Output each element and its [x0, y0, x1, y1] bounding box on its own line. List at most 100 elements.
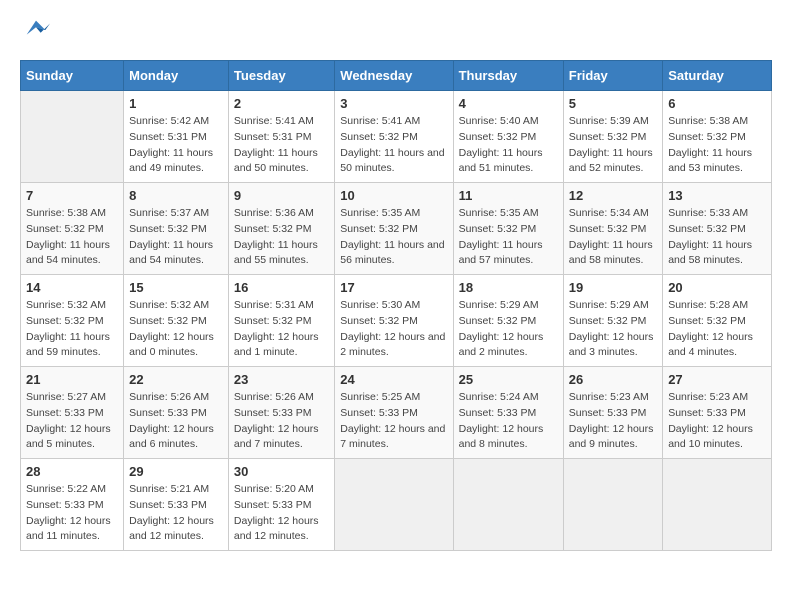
day-info: Sunrise: 5:41 AMSunset: 5:32 PMDaylight:… — [340, 114, 447, 177]
calendar-cell: 25 Sunrise: 5:24 AMSunset: 5:33 PMDayligh… — [453, 367, 563, 459]
day-number: 6 — [668, 96, 766, 111]
day-number: 23 — [234, 372, 329, 387]
day-info: Sunrise: 5:32 AMSunset: 5:32 PMDaylight:… — [26, 298, 118, 361]
calendar-cell: 8Sunrise: 5:37 AMSunset: 5:32 PMDaylight… — [124, 183, 229, 275]
day-number: 14 — [26, 280, 118, 295]
day-info: Sunrise: 5:29 AMSunset: 5:32 PMDaylight:… — [569, 298, 657, 361]
calendar-cell: 17 Sunrise: 5:30 AMSunset: 5:32 PMDayligh… — [335, 275, 453, 367]
page-header — [20, 20, 772, 50]
calendar-cell — [663, 459, 772, 551]
calendar-cell: 30 Sunrise: 5:20 AMSunset: 5:33 PMDayligh… — [228, 459, 334, 551]
day-info: Sunrise: 5:37 AMSunset: 5:32 PMDaylight:… — [129, 206, 223, 269]
calendar-cell — [335, 459, 453, 551]
day-number: 13 — [668, 188, 766, 203]
calendar-cell — [21, 91, 124, 183]
header-monday: Monday — [124, 61, 229, 91]
day-number: 29 — [129, 464, 223, 479]
logo-bird-icon — [22, 16, 50, 44]
calendar-cell: 7 Sunrise: 5:38 AMSunset: 5:32 PMDaylight… — [21, 183, 124, 275]
day-info: Sunrise: 5:33 AMSunset: 5:32 PMDaylight:… — [668, 206, 766, 269]
day-number: 15 — [129, 280, 223, 295]
calendar-cell: 1 Sunrise: 5:42 AMSunset: 5:31 PMDaylight… — [124, 91, 229, 183]
calendar-cell: 6 Sunrise: 5:38 AMSunset: 5:32 PMDaylight… — [663, 91, 772, 183]
logo — [20, 20, 50, 50]
day-info: Sunrise: 5:30 AMSunset: 5:32 PMDaylight:… — [340, 298, 447, 361]
day-number: 18 — [459, 280, 558, 295]
day-number: 7 — [26, 188, 118, 203]
day-number: 11 — [459, 188, 558, 203]
header-tuesday: Tuesday — [228, 61, 334, 91]
day-number: 5 — [569, 96, 657, 111]
day-info: Sunrise: 5:24 AMSunset: 5:33 PMDaylight:… — [459, 390, 558, 453]
header-sunday: Sunday — [21, 61, 124, 91]
day-number: 20 — [668, 280, 766, 295]
day-info: Sunrise: 5:32 AMSunset: 5:32 PMDaylight:… — [129, 298, 223, 361]
day-info: Sunrise: 5:38 AMSunset: 5:32 PMDaylight:… — [668, 114, 766, 177]
calendar-cell — [453, 459, 563, 551]
day-number: 2 — [234, 96, 329, 111]
day-number: 3 — [340, 96, 447, 111]
calendar-cell: 3 Sunrise: 5:41 AMSunset: 5:32 PMDaylight… — [335, 91, 453, 183]
calendar-week-row: 21 Sunrise: 5:27 AMSunset: 5:33 PMDayligh… — [21, 367, 772, 459]
day-info: Sunrise: 5:36 AMSunset: 5:32 PMDaylight:… — [234, 206, 329, 269]
logo-text — [20, 20, 50, 50]
calendar-cell: 18 Sunrise: 5:29 AMSunset: 5:32 PMDayligh… — [453, 275, 563, 367]
calendar-cell: 4 Sunrise: 5:40 AMSunset: 5:32 PMDaylight… — [453, 91, 563, 183]
day-info: Sunrise: 5:39 AMSunset: 5:32 PMDaylight:… — [569, 114, 657, 177]
day-info: Sunrise: 5:42 AMSunset: 5:31 PMDaylight:… — [129, 114, 223, 177]
day-info: Sunrise: 5:40 AMSunset: 5:32 PMDaylight:… — [459, 114, 558, 177]
calendar-header-row: SundayMondayTuesdayWednesdayThursdayFrid… — [21, 61, 772, 91]
calendar-week-row: 1 Sunrise: 5:42 AMSunset: 5:31 PMDaylight… — [21, 91, 772, 183]
calendar-cell: 13 Sunrise: 5:33 AMSunset: 5:32 PMDayligh… — [663, 183, 772, 275]
day-number: 22 — [129, 372, 223, 387]
calendar-week-row: 28Sunrise: 5:22 AMSunset: 5:33 PMDayligh… — [21, 459, 772, 551]
day-info: Sunrise: 5:23 AMSunset: 5:33 PMDaylight:… — [569, 390, 657, 453]
calendar-cell: 27Sunrise: 5:23 AMSunset: 5:33 PMDayligh… — [663, 367, 772, 459]
day-number: 19 — [569, 280, 657, 295]
day-info: Sunrise: 5:34 AMSunset: 5:32 PMDaylight:… — [569, 206, 657, 269]
calendar-cell: 26 Sunrise: 5:23 AMSunset: 5:33 PMDayligh… — [563, 367, 662, 459]
day-number: 1 — [129, 96, 223, 111]
calendar-cell: 12Sunrise: 5:34 AMSunset: 5:32 PMDayligh… — [563, 183, 662, 275]
calendar-cell: 19 Sunrise: 5:29 AMSunset: 5:32 PMDayligh… — [563, 275, 662, 367]
day-number: 10 — [340, 188, 447, 203]
calendar-cell: 20 Sunrise: 5:28 AMSunset: 5:32 PMDayligh… — [663, 275, 772, 367]
header-friday: Friday — [563, 61, 662, 91]
day-number: 21 — [26, 372, 118, 387]
day-info: Sunrise: 5:26 AMSunset: 5:33 PMDaylight:… — [129, 390, 223, 453]
calendar-cell: 14 Sunrise: 5:32 AMSunset: 5:32 PMDayligh… — [21, 275, 124, 367]
day-number: 4 — [459, 96, 558, 111]
day-info: Sunrise: 5:31 AMSunset: 5:32 PMDaylight:… — [234, 298, 329, 361]
calendar-cell: 23 Sunrise: 5:26 AMSunset: 5:33 PMDayligh… — [228, 367, 334, 459]
calendar-cell: 16 Sunrise: 5:31 AMSunset: 5:32 PMDayligh… — [228, 275, 334, 367]
calendar-cell: 29Sunrise: 5:21 AMSunset: 5:33 PMDayligh… — [124, 459, 229, 551]
day-info: Sunrise: 5:28 AMSunset: 5:32 PMDaylight:… — [668, 298, 766, 361]
day-number: 9 — [234, 188, 329, 203]
day-number: 17 — [340, 280, 447, 295]
header-wednesday: Wednesday — [335, 61, 453, 91]
day-number: 27 — [668, 372, 766, 387]
calendar-cell: 28Sunrise: 5:22 AMSunset: 5:33 PMDayligh… — [21, 459, 124, 551]
day-info: Sunrise: 5:35 AMSunset: 5:32 PMDaylight:… — [459, 206, 558, 269]
day-number: 16 — [234, 280, 329, 295]
day-info: Sunrise: 5:27 AMSunset: 5:33 PMDaylight:… — [26, 390, 118, 453]
day-info: Sunrise: 5:38 AMSunset: 5:32 PMDaylight:… — [26, 206, 118, 269]
day-number: 26 — [569, 372, 657, 387]
header-saturday: Saturday — [663, 61, 772, 91]
calendar-cell: 10 Sunrise: 5:35 AMSunset: 5:32 PMDayligh… — [335, 183, 453, 275]
calendar-cell — [563, 459, 662, 551]
day-number: 30 — [234, 464, 329, 479]
calendar-cell: 21 Sunrise: 5:27 AMSunset: 5:33 PMDayligh… — [21, 367, 124, 459]
day-number: 28 — [26, 464, 118, 479]
day-info: Sunrise: 5:41 AMSunset: 5:31 PMDaylight:… — [234, 114, 329, 177]
day-info: Sunrise: 5:29 AMSunset: 5:32 PMDaylight:… — [459, 298, 558, 361]
calendar-cell: 22 Sunrise: 5:26 AMSunset: 5:33 PMDayligh… — [124, 367, 229, 459]
day-number: 25 — [459, 372, 558, 387]
day-info: Sunrise: 5:35 AMSunset: 5:32 PMDaylight:… — [340, 206, 447, 269]
day-info: Sunrise: 5:26 AMSunset: 5:33 PMDaylight:… — [234, 390, 329, 453]
calendar-cell: 5 Sunrise: 5:39 AMSunset: 5:32 PMDaylight… — [563, 91, 662, 183]
calendar-cell: 24Sunrise: 5:25 AMSunset: 5:33 PMDayligh… — [335, 367, 453, 459]
calendar-week-row: 7 Sunrise: 5:38 AMSunset: 5:32 PMDaylight… — [21, 183, 772, 275]
day-info: Sunrise: 5:20 AMSunset: 5:33 PMDaylight:… — [234, 482, 329, 545]
calendar-cell: 15 Sunrise: 5:32 AMSunset: 5:32 PMDayligh… — [124, 275, 229, 367]
